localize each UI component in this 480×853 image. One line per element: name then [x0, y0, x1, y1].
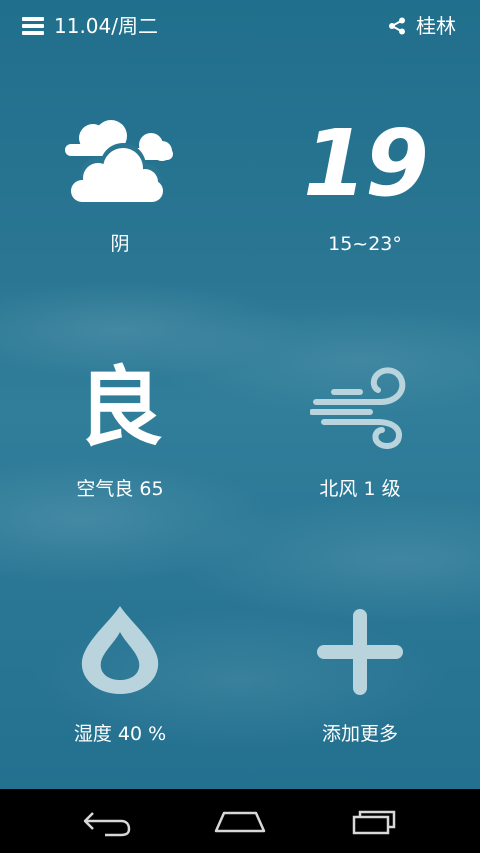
back-icon[interactable]	[75, 801, 139, 841]
humidity-tile[interactable]: 湿度 40 %	[30, 600, 210, 750]
home-icon[interactable]	[208, 801, 272, 841]
water-drop-icon	[81, 606, 159, 694]
plus-icon	[317, 609, 403, 695]
city-button[interactable]: 桂林	[416, 13, 456, 39]
add-more-tile[interactable]: 添加更多	[270, 600, 450, 750]
wind-label: 北风 1 级	[319, 478, 401, 500]
cloudy-icon	[65, 120, 173, 202]
navigation-bar	[0, 789, 480, 853]
current-temperature: 19	[302, 110, 429, 217]
wind-tile[interactable]: 北风 1 级	[270, 360, 450, 510]
menu-icon[interactable]	[22, 17, 44, 35]
recent-apps-icon[interactable]	[342, 801, 406, 841]
share-icon[interactable]	[388, 17, 406, 35]
add-more-label: 添加更多	[321, 723, 398, 745]
weather-tile[interactable]: 阴	[30, 110, 210, 260]
temperature-range: 15~23°	[328, 233, 402, 255]
air-quality-tile[interactable]: 良 空气良 65	[30, 360, 210, 510]
date-label: 11.04/周二	[54, 14, 158, 38]
air-quality-level: 良	[77, 358, 163, 458]
weather-label: 阴	[110, 233, 130, 255]
humidity-label: 湿度 40 %	[73, 723, 167, 745]
air-quality-label: 空气良 65	[76, 478, 164, 500]
weather-screen: 11.04/周二 桂林 阴 19 15~23° 良 空气良 65 北风 1 级 …	[0, 0, 480, 789]
wind-icon	[310, 367, 406, 449]
temperature-tile[interactable]: 19 15~23°	[275, 110, 455, 260]
